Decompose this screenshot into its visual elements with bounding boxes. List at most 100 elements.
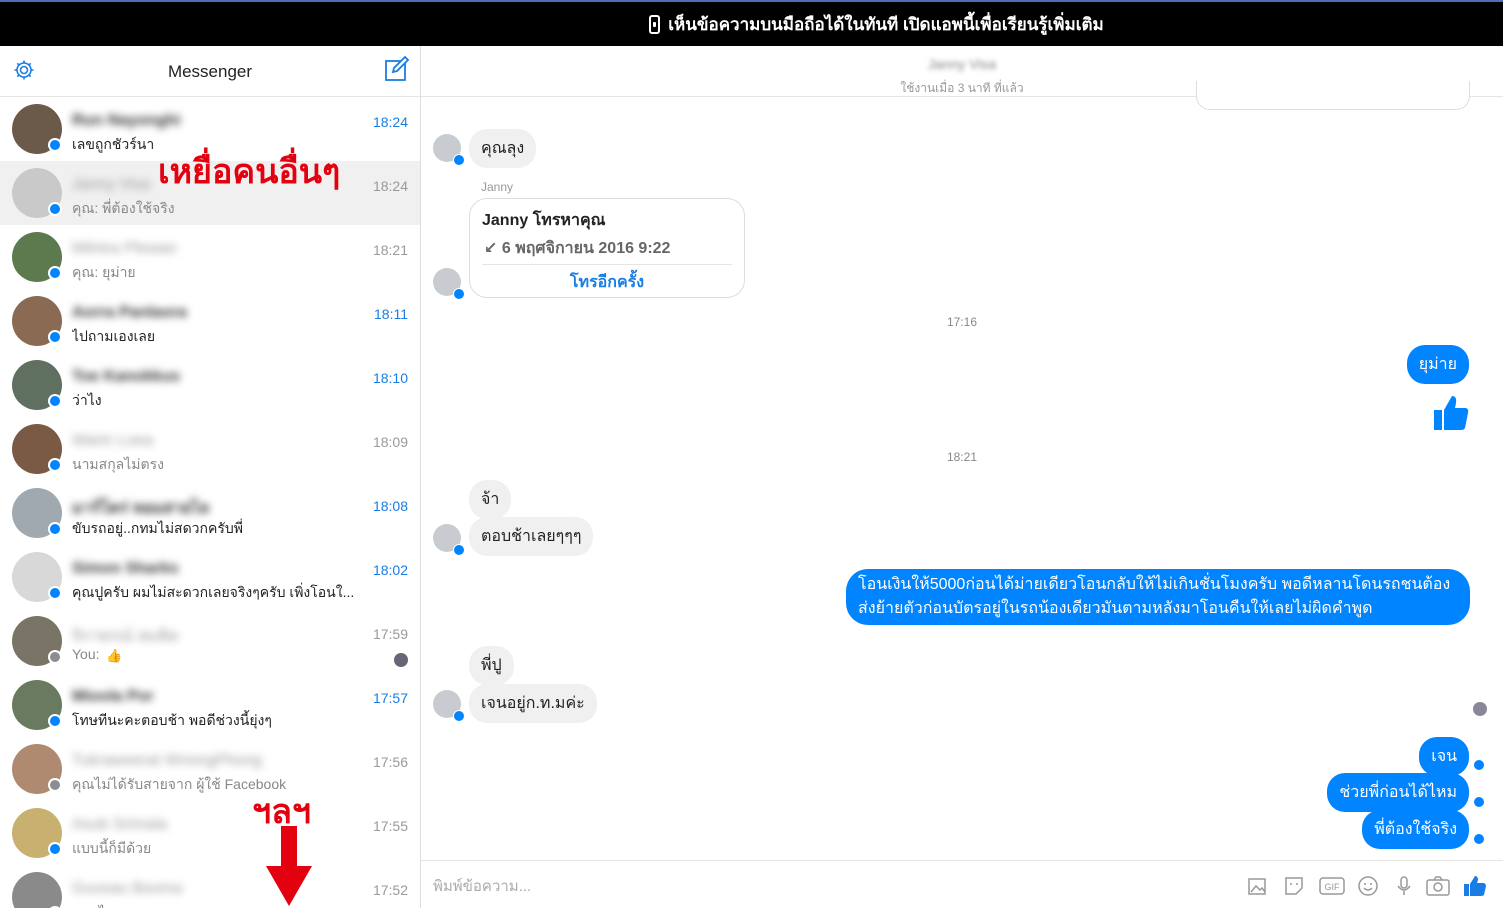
seen-avatar bbox=[394, 653, 408, 667]
message-out: ช่วยพี่ก่อนได้ไหม bbox=[1327, 773, 1469, 812]
call-back-button[interactable]: โทรอีกครั้ง bbox=[470, 270, 744, 295]
sender-name: Janny bbox=[481, 180, 514, 194]
message-in: จ้า bbox=[469, 480, 512, 519]
annotation-arrow-head bbox=[266, 866, 312, 906]
message-in: เจนอยู่ก.ท.มค่ะ bbox=[469, 684, 597, 723]
facebook-badge-icon bbox=[48, 778, 62, 792]
call-date: ↙ 6 พฤศจิกายน 2016 9:22 bbox=[484, 240, 671, 257]
conversation-time: 18:11 bbox=[374, 306, 408, 322]
conversation-time: 18:24 bbox=[372, 114, 408, 130]
delivered-check-icon bbox=[1474, 797, 1484, 807]
messenger-badge-icon bbox=[48, 586, 62, 600]
timestamp: 18:21 bbox=[946, 450, 978, 464]
svg-text:GIF: GIF bbox=[1325, 882, 1341, 892]
messenger-badge-icon bbox=[48, 522, 62, 536]
conversation-item[interactable]: Toe Kanokkus ว่าไง 18:10 bbox=[0, 353, 420, 417]
composer-bar: GIF bbox=[421, 860, 1503, 909]
microphone-icon[interactable] bbox=[1393, 875, 1415, 897]
conversation-snippet: ถอนไหม bbox=[72, 902, 124, 908]
call-divider bbox=[482, 264, 732, 265]
conversation-name: Guveau Bsoma bbox=[72, 880, 183, 897]
image-icon[interactable] bbox=[1247, 875, 1269, 897]
annotation-others: เหยื่อคนอื่นๆ bbox=[158, 153, 341, 191]
conversation-item[interactable]: มาร์โคร่ หอมสายไล ขับรถอยู่..กทมไม่สดวกคร… bbox=[0, 481, 420, 545]
chat-pane: Janny Visa ใช้งานเมื่อ 3 นาที ที่แล้ว คุ… bbox=[421, 46, 1503, 908]
conversation-snippet: คุณ: พี่ต้องใช้จริง bbox=[72, 200, 175, 216]
message-input[interactable] bbox=[431, 873, 1135, 899]
conversation-time: 18:21 bbox=[372, 242, 408, 258]
conversation-snippet: โทษทีนะคะตอบช้า พอดีช่วงนี้ยุ่งๆ bbox=[72, 712, 272, 728]
conversation-time: 18:02 bbox=[372, 562, 408, 578]
message-in: ตอบช้าเลยๆๆๆ bbox=[469, 517, 594, 556]
conversation-time: 17:56 bbox=[372, 754, 408, 770]
previous-card-edge bbox=[1196, 81, 1470, 110]
conversation-item[interactable]: Guveau Bsoma ถอนไหม 17:52 bbox=[0, 865, 420, 908]
facebook-badge-icon bbox=[48, 650, 62, 664]
conversation-name: Mioola Por bbox=[72, 688, 154, 705]
emoji-icon[interactable] bbox=[1357, 875, 1379, 897]
conversation-item[interactable]: Simon Sharks คุณปูครับ ผมไม่สะดวกเลยจริงๆ… bbox=[0, 545, 420, 609]
conversation-snippet: เลขถูกชัวร์นา bbox=[72, 136, 155, 152]
conversation-list: Run Nayonghi เลขถูกชัวร์นา 18:24 Janny Visa… bbox=[0, 97, 420, 908]
conversation-item[interactable]: Aorra Panlaora ไปถามเองเลย 18:11 bbox=[0, 289, 420, 353]
conversation-name: Warin Loea bbox=[72, 432, 154, 449]
conversation-item[interactable]: Mioola Por โทษทีนะคะตอบช้า พอดีช่วงนี้ยุ่… bbox=[0, 673, 420, 737]
gif-icon[interactable]: GIF bbox=[1319, 875, 1345, 897]
message-out: โอนเงินให้5000ก่อนได้ม่ายเดียวโอนกลับให้… bbox=[846, 569, 1470, 625]
conversation-name: Milntra Plewan bbox=[72, 240, 177, 257]
contact-avatar bbox=[433, 524, 465, 556]
conversation-snippet: ขับรถอยู่..กทมไม่สดวกครับพี่ bbox=[72, 520, 244, 536]
message-out: ยุม่าย bbox=[1406, 345, 1469, 384]
message-in: พี่ปู bbox=[469, 646, 514, 685]
conversation-name: Janny Visa bbox=[72, 176, 150, 193]
conversation-time: 18:09 bbox=[372, 434, 408, 450]
camera-icon[interactable] bbox=[1425, 875, 1451, 897]
conversation-name: Toe Kanokkus bbox=[72, 368, 181, 385]
call-title: Janny โทรหาคุณ bbox=[482, 212, 606, 229]
messenger-badge-icon bbox=[48, 330, 62, 344]
conversation-item[interactable]: Tukraweerat WnongPhong คุณไม่ได้รับสายจาก… bbox=[0, 737, 420, 801]
delivered-check-icon bbox=[1474, 760, 1484, 770]
thumbs-up-icon bbox=[1434, 396, 1469, 430]
timestamp: 17:16 bbox=[946, 315, 978, 329]
conversation-time: 18:08 bbox=[372, 498, 408, 514]
conversation-name: Asub Srimala bbox=[72, 816, 168, 833]
conversation-item[interactable]: Asub Srimala แบบนี้ก็มีด้วย 17:55 bbox=[0, 801, 420, 865]
sidebar-header: Messenger bbox=[0, 46, 420, 97]
conversation-time: 18:10 bbox=[372, 370, 408, 386]
contact-avatar bbox=[433, 690, 465, 722]
sticker-icon[interactable] bbox=[1283, 875, 1305, 897]
conversation-name: Simon Sharks bbox=[72, 560, 179, 577]
conversation-snippet: คุณ: ยุม่าย bbox=[72, 264, 136, 280]
conversation-time: 18:24 bbox=[372, 178, 408, 194]
conversation-item[interactable]: จิราพรณ์ สมคิด You: 17:59 👍 bbox=[0, 609, 420, 673]
chat-contact-name[interactable]: Janny Visa bbox=[421, 56, 1503, 72]
app-promo-banner[interactable]: เห็นข้อความบนมือถือได้ในทันที เปิดแอพนี้… bbox=[0, 2, 1503, 46]
conversation-snippet: ว่าไง bbox=[72, 392, 102, 408]
conversation-item[interactable]: Warin Loea นามสกุลไม่ตรง 18:09 bbox=[0, 417, 420, 481]
missed-call-card: Janny โทรหาคุณ ↙ 6 พฤศจิกายน 2016 9:22 โ… bbox=[469, 198, 745, 298]
thumbs-up-icon: 👍 bbox=[106, 648, 123, 663]
message-out: พี่ต้องใช้จริง bbox=[1362, 810, 1469, 849]
compose-icon[interactable] bbox=[384, 56, 410, 82]
sidebar-title: Messenger bbox=[167, 62, 253, 81]
seen-avatar bbox=[1473, 702, 1487, 716]
delivered-check-icon bbox=[1474, 834, 1484, 844]
thumbs-up-send-icon[interactable] bbox=[1463, 875, 1487, 897]
conversation-snippet: You: bbox=[72, 646, 100, 662]
conversation-time: 17:55 bbox=[372, 818, 408, 834]
conversation-snippet: คุณปูครับ ผมไม่สะดวกเลยจริงๆครับ เพิ่งโอ… bbox=[72, 584, 355, 600]
message-in: คุณลุง bbox=[469, 129, 537, 168]
conversation-item[interactable]: Milntra Plewan คุณ: ยุม่าย 18:21 bbox=[0, 225, 420, 289]
messenger-badge-icon bbox=[48, 714, 62, 728]
messenger-badge-icon bbox=[48, 458, 62, 472]
conversation-time: 17:59 bbox=[372, 626, 408, 642]
message-out: เจน bbox=[1419, 737, 1469, 776]
contact-avatar bbox=[433, 134, 465, 166]
conversation-snippet: ไปถามเองเลย bbox=[72, 328, 156, 344]
messenger-badge-icon bbox=[48, 138, 62, 152]
messenger-badge-icon bbox=[48, 394, 62, 408]
messenger-badge-icon bbox=[48, 266, 62, 280]
contact-avatar bbox=[433, 268, 465, 300]
avatar bbox=[12, 872, 62, 908]
